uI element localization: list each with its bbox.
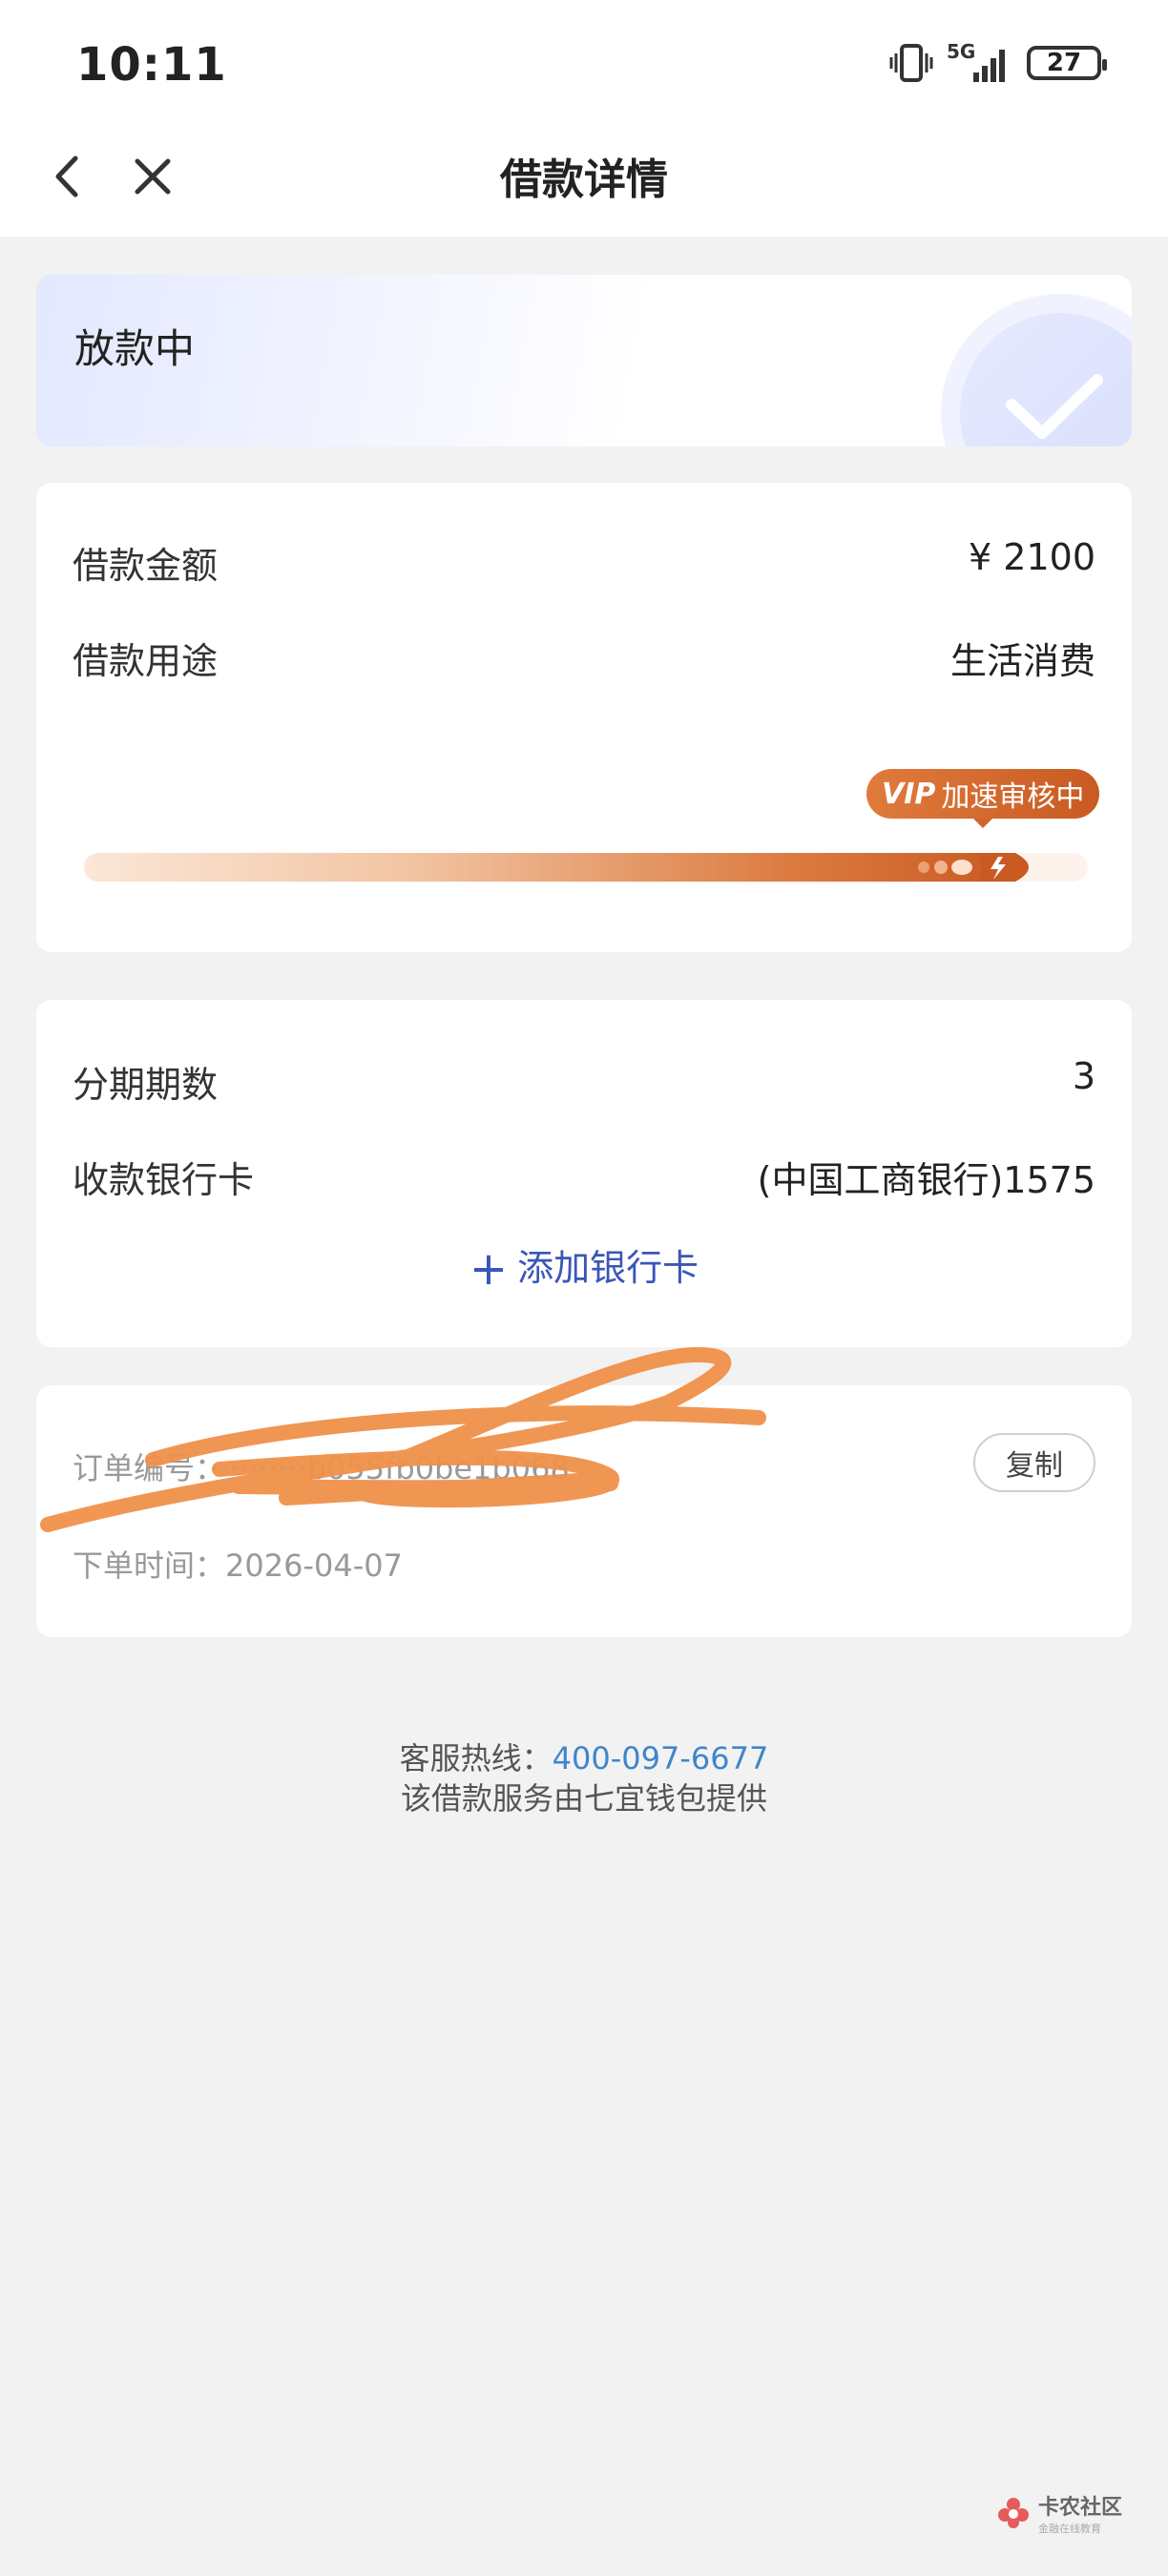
provider-text: 该借款服务由七宜钱包提供 [400, 1780, 767, 1817]
order-number: 订单编号：··········b055fb0be1b068 [73, 1450, 570, 1486]
vip-mark: VIP [882, 777, 936, 811]
vip-badge-label: 加速审核中 [941, 780, 1085, 814]
review-progress-fill [84, 853, 1018, 882]
vip-badge: VIP 加速审核中 [866, 769, 1100, 828]
vibrate-icon [889, 44, 933, 82]
hotline-line: 客服热线：400-097-6677 [0, 1735, 1168, 1778]
order-card: 订单编号：··········b055fb0be1b068 下单时间：2026-… [36, 1385, 1132, 1637]
copy-button[interactable]: 复制 [973, 1433, 1095, 1492]
signal-5g: 5G [947, 40, 1013, 84]
hotline-number-link[interactable]: 400-097-6677 [553, 1740, 769, 1776]
signal-icon [973, 50, 1005, 82]
order-time: 下单时间：2026-04-07 [73, 1548, 403, 1584]
purpose-value: 生活消费 [949, 640, 1095, 682]
periods-value: 3 [1072, 1055, 1095, 1097]
periods-label: 分期期数 [73, 1064, 219, 1106]
bank-card-label: 收款银行卡 [73, 1159, 255, 1201]
hotline-label: 客服热线： [399, 1740, 553, 1776]
rocket-icon [918, 853, 1029, 882]
add-bank-card-label: 添加银行卡 [517, 1247, 699, 1289]
amount-value: ¥ 2100 [969, 536, 1095, 578]
amount-label: 借款金额 [73, 545, 219, 587]
loan-info-card: 借款金额 ¥ 2100 借款用途 生活消费 VIP 加速审核中 [36, 483, 1132, 952]
status-icons: 5G 27 [889, 40, 1107, 84]
status-time: 10:11 [76, 38, 227, 92]
plus-icon: + [469, 1242, 509, 1296]
bank-card-value: (中国工商银行)1575 [757, 1159, 1095, 1201]
page-title: 借款详情 [500, 156, 668, 204]
installment-card: 分期期数 3 收款银行卡 (中国工商银行)1575 + 添加银行卡 [36, 1000, 1132, 1347]
add-bank-card-button[interactable]: + 添加银行卡 [36, 1238, 1132, 1296]
flower-logo-icon [998, 2498, 1029, 2528]
battery-icon: 27 [1027, 46, 1107, 80]
loan-status-card: 放款中 [36, 275, 1132, 447]
check-icon [1006, 374, 1103, 439]
watermark-main: 卡农社区 [1038, 2496, 1123, 2520]
watermark-logo: 卡农社区 金融在线教育 [996, 2490, 1122, 2536]
loan-status-text: 放款中 [74, 325, 196, 372]
top-bar: 10:11 5G 27 借款详情 [0, 0, 1168, 237]
watermark-sub: 金融在线教育 [1038, 2523, 1101, 2535]
purpose-label: 借款用途 [73, 640, 219, 682]
